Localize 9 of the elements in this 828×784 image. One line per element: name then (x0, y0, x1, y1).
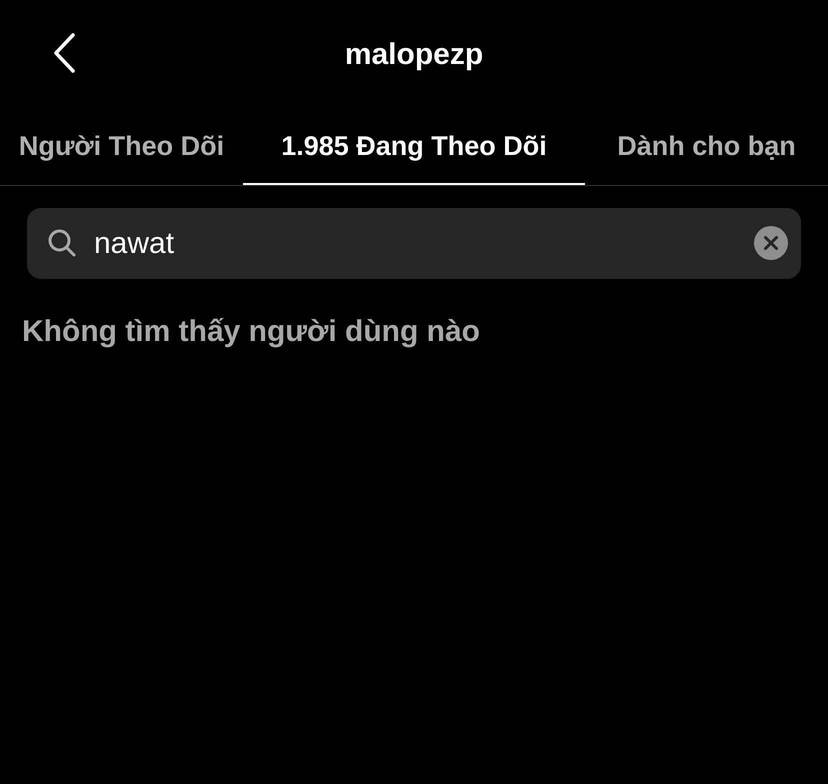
clear-icon[interactable] (754, 226, 788, 260)
profile-username: malopezp (344, 40, 484, 70)
no-results-message: Không tìm thấy người dùng nào (22, 317, 480, 347)
tab[interactable]: Người Theo Dõi (0, 110, 243, 185)
back-icon (52, 32, 76, 74)
tab[interactable]: Dành cho bạn (585, 110, 828, 185)
tab[interactable]: 1.985 Đang Theo Dõi (243, 110, 585, 185)
search-field[interactable]: nawat (27, 208, 801, 279)
search-icon (47, 228, 77, 258)
